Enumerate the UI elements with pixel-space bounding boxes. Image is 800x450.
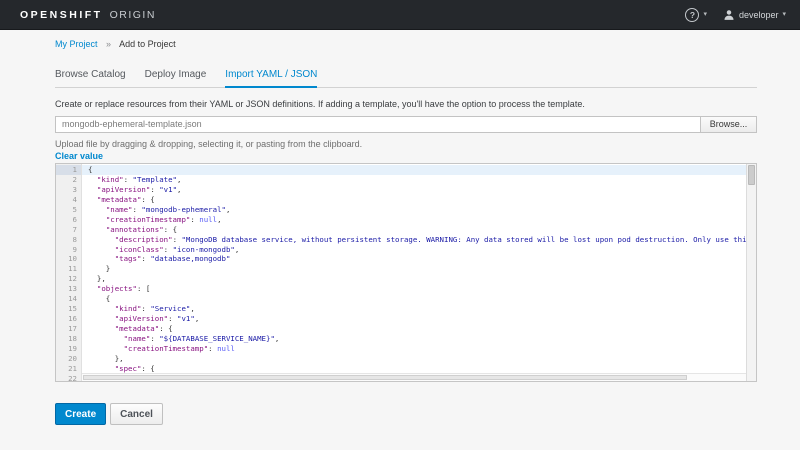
user-icon bbox=[723, 9, 735, 21]
code-line[interactable]: "metadata": { bbox=[82, 324, 746, 334]
line-number: 19 bbox=[56, 344, 81, 354]
help-icon: ? bbox=[685, 8, 699, 22]
line-number: 10 bbox=[56, 254, 81, 264]
line-number: 9 bbox=[56, 245, 81, 255]
line-number: 7 bbox=[56, 225, 81, 235]
vertical-scrollbar-thumb[interactable] bbox=[748, 165, 755, 185]
line-number: 12 bbox=[56, 274, 81, 284]
clear-value-link[interactable]: Clear value bbox=[55, 151, 103, 161]
line-number: 4 bbox=[56, 195, 81, 205]
code-line[interactable]: }, bbox=[82, 354, 746, 364]
chevron-down-icon: ▾ bbox=[782, 11, 786, 18]
editor-code-area[interactable]: { "kind": "Template", "apiVersion": "v1"… bbox=[82, 164, 746, 381]
cancel-button[interactable]: Cancel bbox=[110, 403, 163, 425]
line-number: 11 bbox=[56, 264, 81, 274]
file-upload-group: mongodb-ephemeral-template.json Browse..… bbox=[55, 116, 757, 133]
breadcrumb-separator-icon: » bbox=[106, 39, 111, 49]
line-number: 22 bbox=[56, 374, 81, 382]
code-line[interactable]: } bbox=[82, 264, 746, 274]
yaml-json-editor[interactable]: 12345678910111213141516171819202122 { "k… bbox=[55, 163, 757, 382]
code-line[interactable]: "apiVersion": "v1", bbox=[82, 185, 746, 195]
horizontal-scrollbar-thumb[interactable] bbox=[83, 375, 687, 380]
code-line[interactable]: { bbox=[82, 165, 746, 175]
user-menu[interactable]: developer ▾ bbox=[723, 9, 786, 21]
line-number: 17 bbox=[56, 324, 81, 334]
chevron-down-icon: ▾ bbox=[703, 11, 707, 18]
line-number: 8 bbox=[56, 235, 81, 245]
openshift-console: OPENSHIFT ORIGIN ? ▾ developer ▾ My Proj… bbox=[0, 0, 800, 450]
navbar-utility: ? ▾ developer ▾ bbox=[685, 8, 786, 22]
line-number: 3 bbox=[56, 185, 81, 195]
file-name-input[interactable]: mongodb-ephemeral-template.json bbox=[55, 116, 700, 133]
code-line[interactable]: "metadata": { bbox=[82, 195, 746, 205]
line-number: 16 bbox=[56, 314, 81, 324]
tab-deploy-image[interactable]: Deploy Image bbox=[145, 67, 207, 87]
breadcrumb: My Project » Add to Project bbox=[55, 39, 176, 49]
tab-browse-catalog[interactable]: Browse Catalog bbox=[55, 67, 126, 87]
tab-import-yaml-json[interactable]: Import YAML / JSON bbox=[225, 67, 317, 88]
form-actions: Create Cancel bbox=[55, 403, 163, 425]
vertical-scrollbar[interactable] bbox=[746, 164, 756, 381]
brand-secondary: ORIGIN bbox=[110, 9, 156, 21]
breadcrumb-current-page: Add to Project bbox=[119, 39, 176, 49]
tab-bar: Browse Catalog Deploy Image Import YAML / … bbox=[55, 67, 757, 88]
top-navbar: OPENSHIFT ORIGIN ? ▾ developer ▾ bbox=[0, 0, 800, 30]
create-button[interactable]: Create bbox=[55, 403, 106, 425]
help-menu[interactable]: ? ▾ bbox=[685, 8, 707, 22]
username: developer bbox=[739, 10, 779, 20]
upload-hint: Upload file by dragging & dropping, sele… bbox=[55, 139, 362, 149]
instructions-text: Create or replace resources from their Y… bbox=[55, 99, 585, 109]
code-line[interactable]: "kind": "Service", bbox=[82, 304, 746, 314]
code-line[interactable]: "annotations": { bbox=[82, 225, 746, 235]
line-number: 5 bbox=[56, 205, 81, 215]
line-number: 20 bbox=[56, 354, 81, 364]
horizontal-scrollbar[interactable] bbox=[82, 373, 746, 381]
code-line[interactable]: { bbox=[82, 294, 746, 304]
line-number: 18 bbox=[56, 334, 81, 344]
editor-gutter: 12345678910111213141516171819202122 bbox=[56, 164, 82, 381]
line-number: 21 bbox=[56, 364, 81, 374]
openshift-origin-logo[interactable]: OPENSHIFT ORIGIN bbox=[20, 9, 156, 21]
code-line[interactable]: "iconClass": "icon-mongodb", bbox=[82, 245, 746, 255]
line-number: 13 bbox=[56, 284, 81, 294]
code-line[interactable]: }, bbox=[82, 274, 746, 284]
line-number: 15 bbox=[56, 304, 81, 314]
code-line[interactable]: "creationTimestamp": null bbox=[82, 344, 746, 354]
code-line[interactable]: "kind": "Template", bbox=[82, 175, 746, 185]
line-number: 6 bbox=[56, 215, 81, 225]
code-line[interactable]: "apiVersion": "v1", bbox=[82, 314, 746, 324]
code-line[interactable]: "name": "mongodb-ephemeral", bbox=[82, 205, 746, 215]
breadcrumb-my-project[interactable]: My Project bbox=[55, 39, 98, 49]
line-number: 1 bbox=[56, 165, 81, 175]
code-line[interactable]: "name": "${DATABASE_SERVICE_NAME}", bbox=[82, 334, 746, 344]
code-line[interactable]: "creationTimestamp": null, bbox=[82, 215, 746, 225]
brand-primary: OPENSHIFT bbox=[20, 9, 103, 21]
line-number: 14 bbox=[56, 294, 81, 304]
code-line[interactable]: "tags": "database,mongodb" bbox=[82, 254, 746, 264]
code-line[interactable]: "objects": [ bbox=[82, 284, 746, 294]
editor-rows: { "kind": "Template", "apiVersion": "v1"… bbox=[82, 165, 746, 381]
line-number: 2 bbox=[56, 175, 81, 185]
code-line[interactable]: "description": "MongoDB database service… bbox=[82, 235, 746, 245]
browse-button[interactable]: Browse... bbox=[700, 116, 757, 133]
